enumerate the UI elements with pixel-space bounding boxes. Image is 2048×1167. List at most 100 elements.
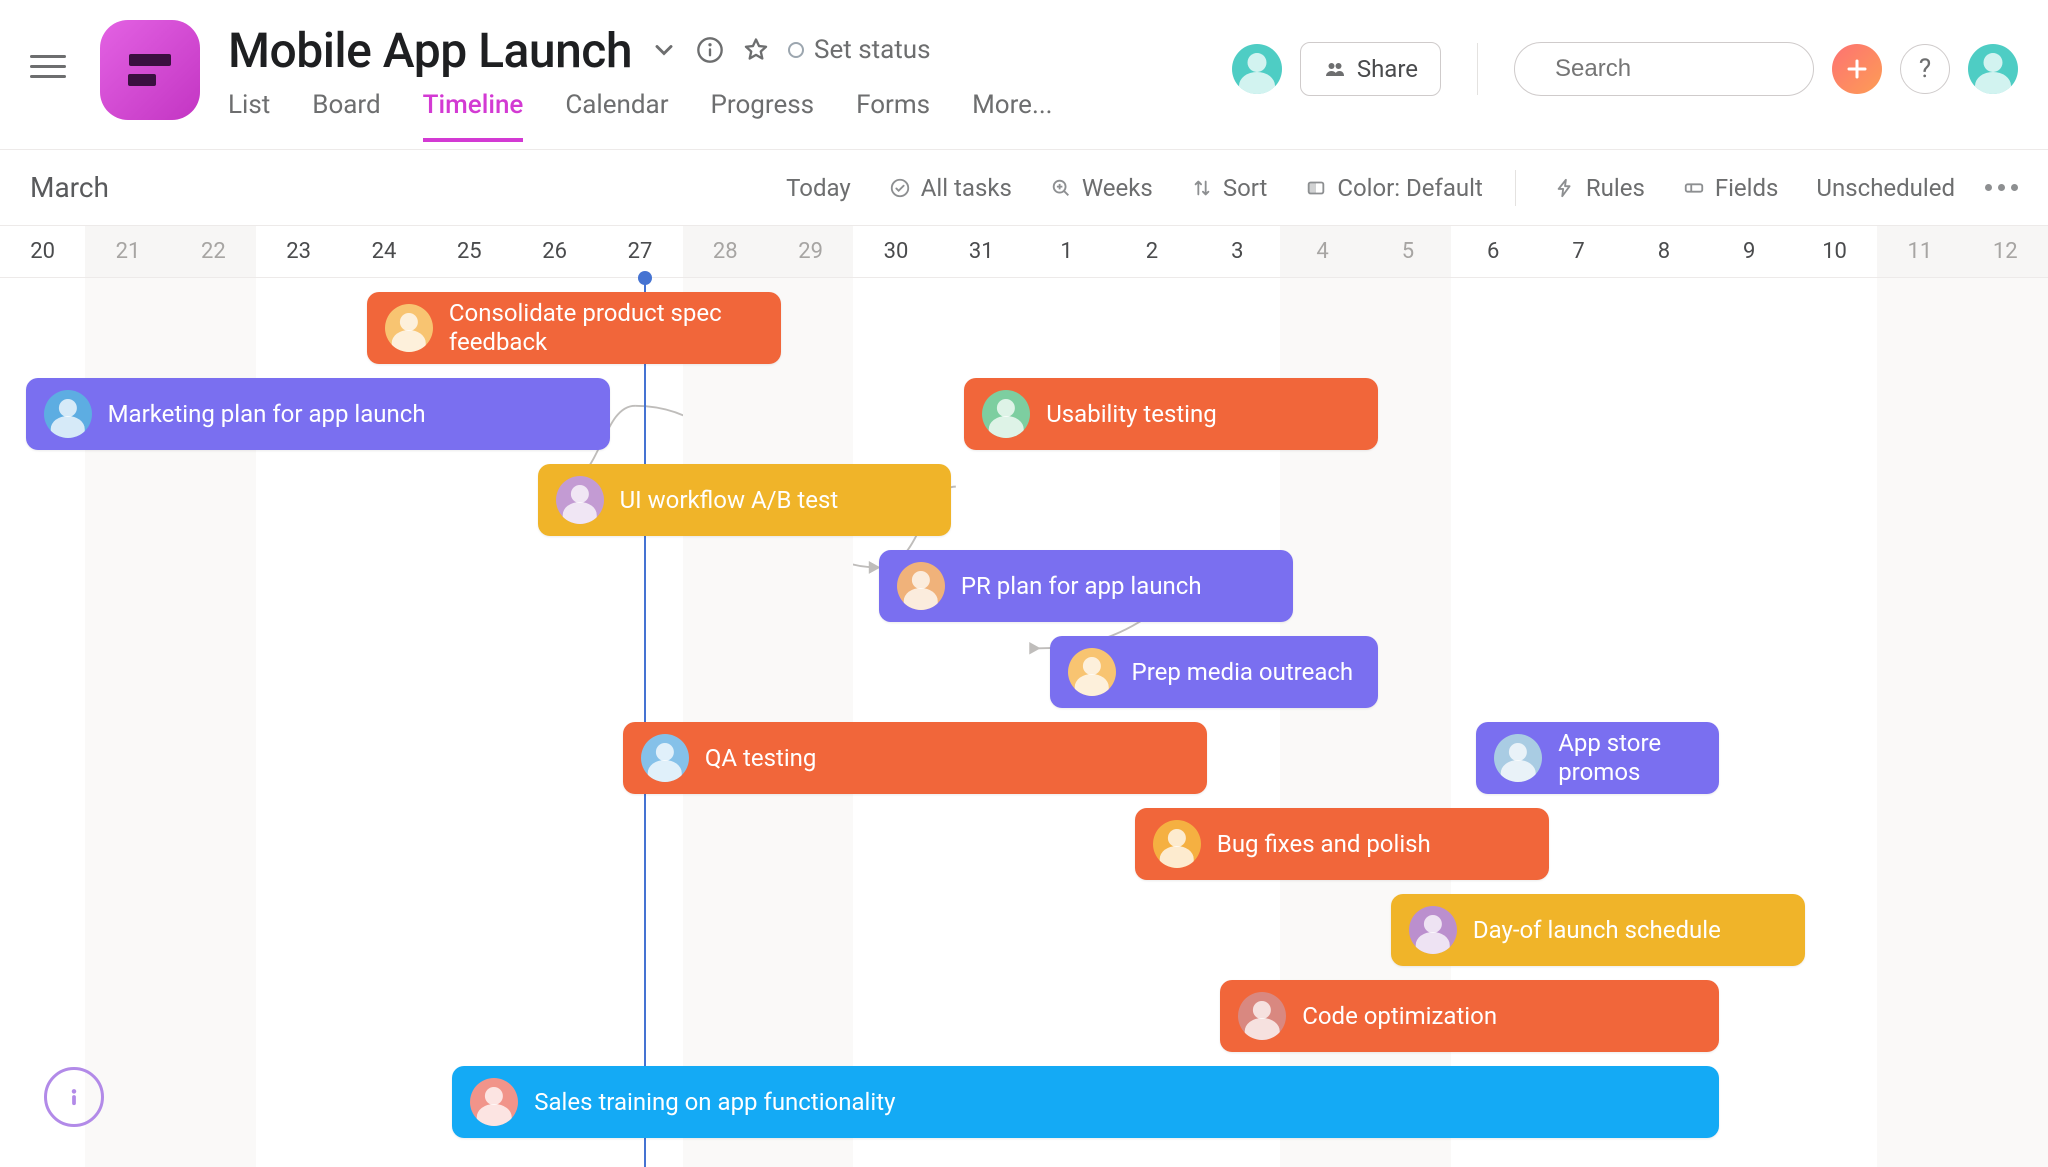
date-header-row: 202122232425262728293031123456789101112 bbox=[0, 226, 2048, 278]
view-tabs: List Board Timeline Calendar Progress Fo… bbox=[228, 90, 1232, 142]
unscheduled-button[interactable]: Unscheduled bbox=[1816, 174, 1955, 202]
assignee-avatar[interactable] bbox=[470, 1078, 518, 1126]
weekend-column bbox=[1877, 278, 2048, 1167]
date-cell: 6 bbox=[1451, 226, 1536, 277]
menu-toggle-button[interactable] bbox=[30, 48, 66, 84]
zoom-icon bbox=[1050, 177, 1072, 199]
search-box[interactable] bbox=[1514, 42, 1814, 96]
assignee-avatar[interactable] bbox=[1238, 992, 1286, 1040]
date-cell: 3 bbox=[1195, 226, 1280, 277]
task-label: Prep media outreach bbox=[1132, 658, 1361, 687]
color-label: Color: Default bbox=[1337, 174, 1483, 202]
assignee-avatar[interactable] bbox=[385, 304, 433, 352]
zoom-weeks[interactable]: Weeks bbox=[1050, 174, 1153, 202]
timeline-area[interactable]: 202122232425262728293031123456789101112 … bbox=[0, 226, 2048, 1167]
date-cell: 30 bbox=[853, 226, 938, 277]
task-bar[interactable]: Prep media outreach bbox=[1050, 636, 1379, 708]
info-icon[interactable] bbox=[696, 36, 724, 64]
check-circle-icon bbox=[889, 177, 911, 199]
tab-timeline[interactable]: Timeline bbox=[423, 90, 524, 142]
help-badge-button[interactable] bbox=[44, 1067, 104, 1127]
timeline-toolbar: March Today All tasks Weeks Sort Color: … bbox=[0, 150, 2048, 226]
share-label: Share bbox=[1357, 55, 1418, 83]
color-button[interactable]: Color: Default bbox=[1305, 174, 1483, 202]
assignee-avatar[interactable] bbox=[556, 476, 604, 524]
assignee-avatar[interactable] bbox=[1494, 734, 1542, 782]
tab-progress[interactable]: Progress bbox=[711, 90, 815, 142]
tab-board[interactable]: Board bbox=[312, 90, 380, 142]
date-cell: 25 bbox=[427, 226, 512, 277]
task-bar[interactable]: Day-of launch schedule bbox=[1391, 894, 1805, 966]
add-button[interactable] bbox=[1832, 44, 1882, 94]
task-bar[interactable]: UI workflow A/B test bbox=[538, 464, 952, 536]
star-icon[interactable] bbox=[742, 36, 770, 64]
fields-button[interactable]: Fields bbox=[1683, 174, 1779, 202]
date-cell: 20 bbox=[0, 226, 85, 277]
task-bar[interactable]: Usability testing bbox=[964, 378, 1378, 450]
project-title[interactable]: Mobile App Launch bbox=[228, 22, 632, 79]
info-icon bbox=[59, 1082, 89, 1112]
date-cell: 28 bbox=[683, 226, 768, 277]
task-label: PR plan for app launch bbox=[961, 572, 1275, 601]
date-cell: 8 bbox=[1621, 226, 1706, 277]
search-input[interactable] bbox=[1555, 55, 1865, 83]
set-status-button[interactable]: Set status bbox=[788, 35, 931, 65]
task-label: Consolidate product spec feedback bbox=[449, 299, 763, 357]
rules-button[interactable]: Rules bbox=[1554, 174, 1645, 202]
help-label: ? bbox=[1919, 54, 1931, 84]
tab-list[interactable]: List bbox=[228, 90, 270, 142]
header-right: Share ? bbox=[1232, 42, 2018, 96]
task-bar[interactable]: Bug fixes and polish bbox=[1135, 808, 1549, 880]
task-label: App store promos bbox=[1558, 729, 1701, 787]
share-button[interactable]: Share bbox=[1300, 42, 1441, 96]
today-button[interactable]: Today bbox=[786, 174, 851, 202]
date-cell: 5 bbox=[1365, 226, 1450, 277]
title-row: Mobile App Launch Set status bbox=[228, 20, 1232, 80]
project-menu-chevron-icon[interactable] bbox=[650, 36, 678, 64]
timeline-grid: Consolidate product spec feedback Marketi… bbox=[0, 278, 2048, 1167]
plus-icon bbox=[1845, 57, 1869, 81]
assignee-avatar[interactable] bbox=[641, 734, 689, 782]
date-cell: 22 bbox=[171, 226, 256, 277]
assignee-avatar[interactable] bbox=[1409, 906, 1457, 954]
tab-more[interactable]: More... bbox=[972, 90, 1052, 142]
task-label: UI workflow A/B test bbox=[620, 486, 934, 515]
date-cell: 26 bbox=[512, 226, 597, 277]
date-cell: 1 bbox=[1024, 226, 1109, 277]
task-bar[interactable]: Sales training on app functionality bbox=[452, 1066, 1719, 1138]
tab-calendar[interactable]: Calendar bbox=[565, 90, 668, 142]
more-actions-button[interactable] bbox=[1985, 184, 2018, 191]
task-bar[interactable]: Marketing plan for app launch bbox=[26, 378, 611, 450]
assignee-avatar[interactable] bbox=[982, 390, 1030, 438]
sort-button[interactable]: Sort bbox=[1191, 174, 1268, 202]
people-icon bbox=[1323, 57, 1347, 81]
task-label: Day-of launch schedule bbox=[1473, 916, 1787, 945]
date-cell: 4 bbox=[1280, 226, 1365, 277]
fields-label: Fields bbox=[1715, 174, 1779, 202]
task-bar[interactable]: Code optimization bbox=[1220, 980, 1719, 1052]
task-bar[interactable]: App store promos bbox=[1476, 722, 1719, 794]
project-icon[interactable] bbox=[100, 20, 200, 120]
task-bar[interactable]: PR plan for app launch bbox=[879, 550, 1293, 622]
assignee-avatar[interactable] bbox=[1068, 648, 1116, 696]
user-avatar[interactable] bbox=[1968, 44, 2018, 94]
fields-icon bbox=[1683, 177, 1705, 199]
assignee-avatar[interactable] bbox=[897, 562, 945, 610]
assignee-avatar[interactable] bbox=[44, 390, 92, 438]
sort-label: Sort bbox=[1223, 174, 1268, 202]
all-tasks-label: All tasks bbox=[921, 174, 1012, 202]
date-cell: 9 bbox=[1707, 226, 1792, 277]
task-bar[interactable]: QA testing bbox=[623, 722, 1208, 794]
task-bar[interactable]: Consolidate product spec feedback bbox=[367, 292, 781, 364]
task-label: Sales training on app functionality bbox=[534, 1088, 1701, 1117]
date-cell: 11 bbox=[1877, 226, 1962, 277]
tab-forms[interactable]: Forms bbox=[856, 90, 930, 142]
app-header: Mobile App Launch Set status List Board … bbox=[0, 0, 2048, 150]
help-button[interactable]: ? bbox=[1900, 44, 1950, 94]
divider bbox=[1477, 43, 1478, 95]
weeks-label: Weeks bbox=[1082, 174, 1153, 202]
member-avatar[interactable] bbox=[1232, 44, 1282, 94]
color-icon bbox=[1305, 177, 1327, 199]
assignee-avatar[interactable] bbox=[1153, 820, 1201, 868]
filter-all-tasks[interactable]: All tasks bbox=[889, 174, 1012, 202]
